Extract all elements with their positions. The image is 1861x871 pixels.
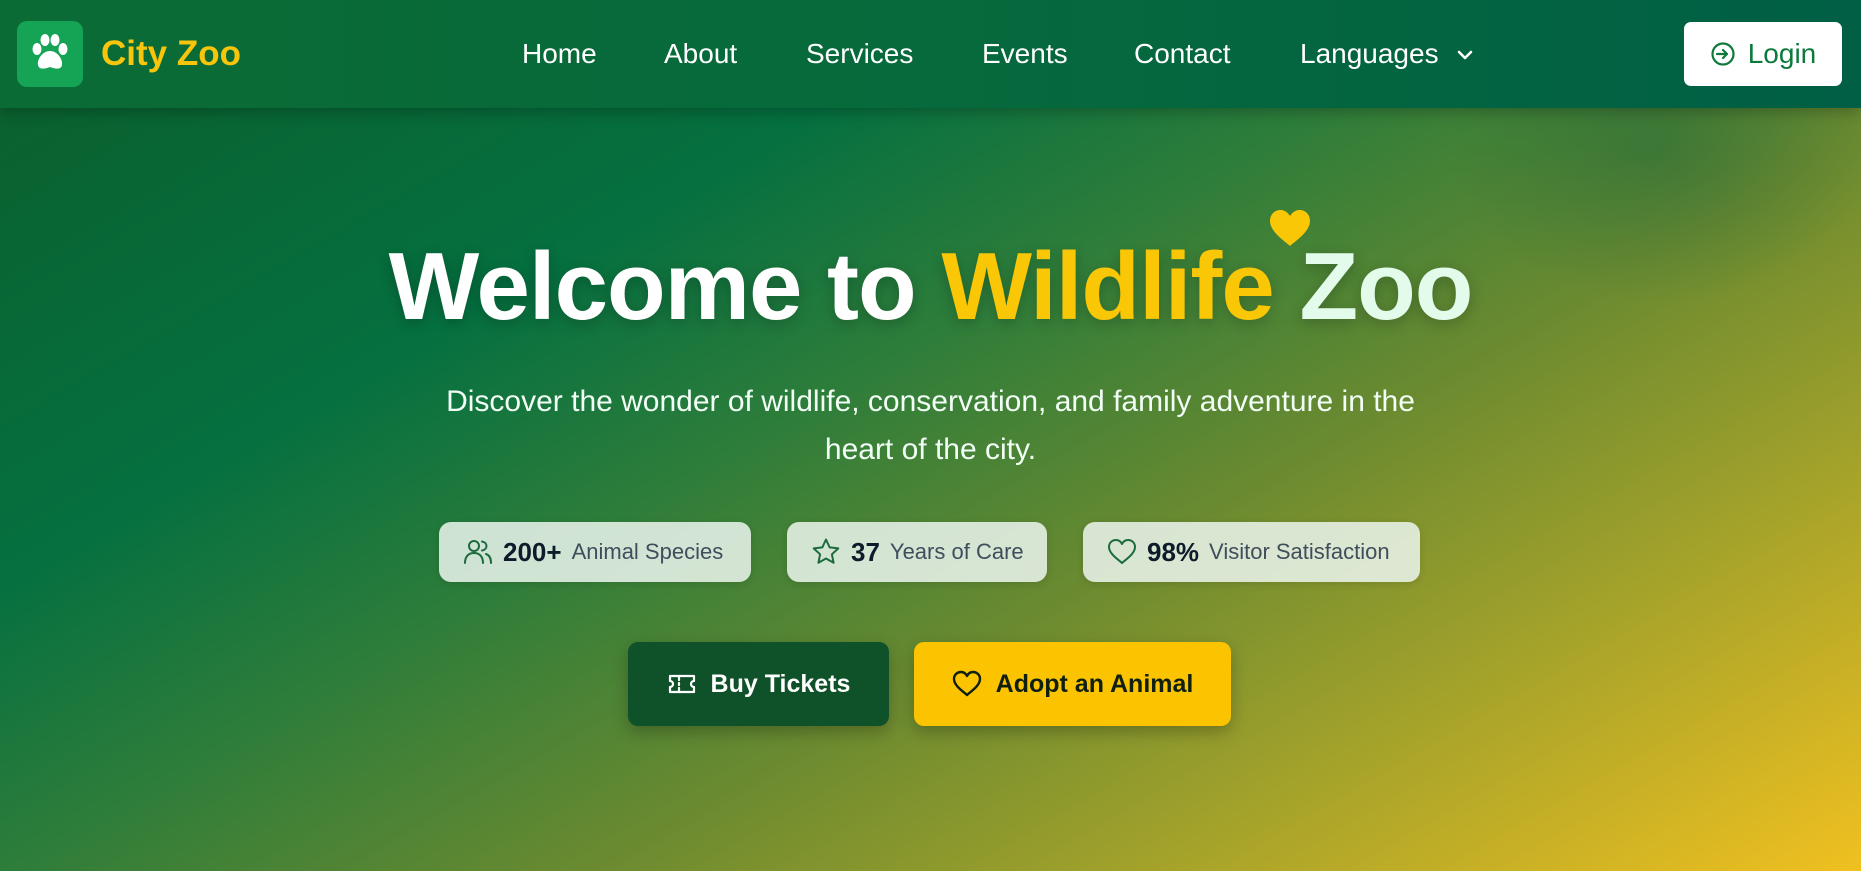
logo-badge[interactable] [17, 21, 83, 87]
stat-years-of-care: 37 Years of Care [787, 522, 1047, 582]
hero-title: Welcome to Wildlife Zoo [0, 232, 1861, 342]
heart-decoration-icon [1270, 210, 1310, 246]
stat-visitor-satisfaction: 98% Visitor Satisfaction [1083, 522, 1420, 582]
stat-value: 98% [1147, 536, 1200, 567]
adopt-animal-button[interactable]: Adopt an Animal [914, 642, 1231, 726]
hero-title-welcome: Welcome to [388, 233, 942, 340]
login-label: Login [1747, 38, 1817, 69]
stat-label: Visitor Satisfaction [1209, 539, 1390, 564]
sign-in-icon [1711, 42, 1735, 66]
nav-link-about[interactable]: About [664, 30, 737, 78]
heart-icon [952, 670, 981, 697]
adopt-animal-label: Adopt an Animal [995, 669, 1194, 698]
hero-title-wildlife: Wildlife [941, 233, 1274, 340]
nav-link-contact[interactable]: Contact [1134, 30, 1231, 78]
ticket-icon [668, 674, 695, 694]
stat-animal-species: 200+ Animal Species [439, 522, 751, 582]
stat-label: Animal Species [571, 539, 724, 564]
stat-value: 37 [851, 536, 880, 567]
nav-link-events[interactable]: Events [982, 30, 1068, 78]
login-button[interactable]: Login [1684, 22, 1842, 86]
hero-title-zoo: Zoo [1273, 233, 1473, 340]
chevron-down-icon[interactable] [1454, 44, 1476, 66]
stat-label: Years of Care [889, 539, 1024, 564]
paw-icon [32, 34, 68, 69]
buy-tickets-label: Buy Tickets [710, 669, 851, 698]
hero-subtitle: Discover the wonder of wildlife, conserv… [446, 385, 1415, 466]
nav-link-services[interactable]: Services [806, 30, 913, 78]
top-navbar: City Zoo Home About Services Events Cont… [0, 0, 1861, 108]
stat-value: 200+ [503, 536, 562, 567]
heart-icon [1108, 539, 1136, 564]
nav-link-home[interactable]: Home [522, 30, 597, 78]
brand-name[interactable]: City Zoo [101, 30, 241, 78]
nav-dropdown-languages[interactable]: Languages [1300, 30, 1439, 78]
star-icon [812, 538, 840, 564]
users-icon [464, 540, 492, 564]
buy-tickets-button[interactable]: Buy Tickets [628, 642, 889, 726]
